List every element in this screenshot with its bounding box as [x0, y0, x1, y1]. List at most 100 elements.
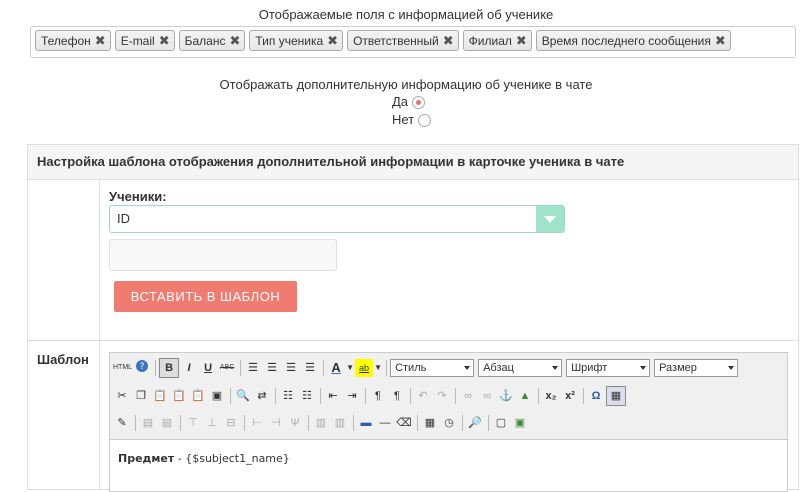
- split-cells-icon[interactable]: ▥: [312, 414, 330, 432]
- remove-icon[interactable]: ✖: [715, 33, 726, 48]
- option-no[interactable]: Нет: [392, 112, 432, 128]
- separator: [488, 415, 489, 431]
- template-icon[interactable]: ▢: [492, 414, 510, 432]
- replace-icon[interactable]: ⇄: [253, 387, 271, 405]
- chevron-down-icon[interactable]: ▼: [374, 359, 382, 377]
- link-icon[interactable]: ∞: [459, 387, 477, 405]
- text-color-icon[interactable]: A: [327, 359, 345, 377]
- style-dropdown[interactable]: Стиль: [390, 359, 475, 377]
- students-select[interactable]: ID: [109, 205, 565, 233]
- show-extra-info-title: Отображать дополнительную информацию об …: [219, 77, 593, 92]
- outdent-icon[interactable]: ⇤: [324, 387, 342, 405]
- underline-icon[interactable]: U: [199, 359, 217, 377]
- tag-last-message-time: Время последнего сообщения ✖: [535, 30, 731, 51]
- cut-icon[interactable]: ✂: [113, 387, 131, 405]
- copy-icon[interactable]: ❐: [132, 387, 150, 405]
- separator: [244, 415, 245, 431]
- numbered-list-icon[interactable]: ☷: [298, 387, 316, 405]
- editor-content[interactable]: Предмет - {$subject1_name}: [110, 439, 787, 491]
- col-after-icon[interactable]: ⊣: [267, 414, 285, 432]
- edit-icon[interactable]: ✎: [113, 414, 131, 432]
- font-dropdown[interactable]: Шрифт: [566, 359, 651, 377]
- displayed-fields-input[interactable]: Телефон ✖ E-mail ✖ Баланс ✖ Тип ученика ✖ Ответс…: [30, 26, 796, 58]
- tag-email: E-mail ✖: [114, 30, 175, 51]
- rich-text-editor[interactable]: HTML ? B I U ABC ☰ ☰ ☰ ☰ A ▼ ab ▼ Стиль …: [109, 352, 788, 492]
- select-all-icon[interactable]: ▣: [208, 387, 226, 405]
- undo-icon[interactable]: ↶: [414, 387, 432, 405]
- students-select-value: ID: [117, 211, 130, 226]
- table-props-icon[interactable]: ▤: [139, 414, 157, 432]
- column-divider: [99, 180, 100, 490]
- remove-icon[interactable]: ✖: [95, 33, 106, 48]
- panel-title: Настройка шаблона отображения дополнител…: [28, 145, 798, 180]
- insert-time-icon[interactable]: ◷: [440, 414, 458, 432]
- preview-icon[interactable]: 🔎: [466, 414, 484, 432]
- remove-format-icon[interactable]: ⌫: [395, 414, 413, 432]
- template-settings-panel: Настройка шаблона отображения дополнител…: [27, 144, 799, 492]
- remove-icon[interactable]: ✖: [516, 33, 527, 48]
- bold-icon[interactable]: B: [159, 358, 180, 378]
- horizontal-rule-icon[interactable]: ▬: [357, 414, 375, 432]
- rtl-icon[interactable]: ¶: [388, 387, 406, 405]
- tag-label: E-mail: [120, 34, 155, 48]
- chevron-down-icon[interactable]: [536, 206, 564, 232]
- separator: [135, 415, 136, 431]
- align-center-icon[interactable]: ☰: [263, 359, 281, 377]
- table-icon[interactable]: ▦: [606, 386, 626, 406]
- html-source-icon[interactable]: HTML: [113, 359, 132, 377]
- highlight-color-icon[interactable]: ab: [355, 359, 374, 377]
- ltr-icon[interactable]: ¶: [369, 387, 387, 405]
- special-char-icon[interactable]: Ω: [587, 387, 605, 405]
- image-icon[interactable]: ▲: [516, 387, 534, 405]
- chevron-down-icon[interactable]: ▼: [346, 359, 354, 377]
- insert-date-icon[interactable]: ▦: [421, 414, 439, 432]
- subscript-icon[interactable]: x₂: [542, 387, 560, 405]
- paste-icon[interactable]: 📋: [151, 387, 169, 405]
- cell-props-icon[interactable]: ▤: [158, 414, 176, 432]
- separator: [180, 415, 181, 431]
- remove-icon[interactable]: ✖: [159, 33, 170, 48]
- delete-col-icon[interactable]: Ψ: [286, 414, 304, 432]
- toolbar-row-3: ✎ ▤ ▤ ⊤ ⊥ ⊟ ⊢ ⊣ Ψ ▥ ▥ ▬ — ⌫ ▦ ◷ 🔎 ▢ ▣: [113, 413, 530, 433]
- remove-icon[interactable]: ✖: [229, 33, 240, 48]
- italic-icon[interactable]: I: [180, 359, 198, 377]
- insert-template-icon[interactable]: ▣: [511, 414, 529, 432]
- unlink-icon[interactable]: ∞: [478, 387, 496, 405]
- tag-balance: Баланс ✖: [178, 30, 246, 51]
- separator: [323, 360, 325, 376]
- separator: [275, 388, 276, 404]
- tag-label: Тип ученика: [255, 34, 324, 48]
- delete-row-icon[interactable]: ⊟: [222, 414, 240, 432]
- col-before-icon[interactable]: ⊢: [248, 414, 266, 432]
- anchor-icon[interactable]: ⚓: [497, 387, 515, 405]
- toolbar-row-1: HTML ? B I U ABC ☰ ☰ ☰ ☰ A ▼ ab ▼ Стиль …: [113, 358, 742, 378]
- variable-field[interactable]: [109, 239, 337, 271]
- separator: [230, 388, 231, 404]
- template-label: Шаблон: [37, 352, 89, 367]
- option-yes[interactable]: Да: [392, 94, 426, 110]
- paragraph-dropdown[interactable]: Абзац: [478, 359, 563, 377]
- separator: [365, 388, 366, 404]
- paste-text-icon[interactable]: 📋: [170, 387, 188, 405]
- help-icon[interactable]: ?: [133, 359, 151, 377]
- indent-icon[interactable]: ⇥: [343, 387, 361, 405]
- size-dropdown[interactable]: Размер: [654, 359, 739, 377]
- strikethrough-icon[interactable]: ABC: [218, 359, 236, 377]
- bullet-list-icon[interactable]: ☷: [279, 387, 297, 405]
- align-left-icon[interactable]: ☰: [244, 359, 262, 377]
- superscript-icon[interactable]: x²: [561, 387, 579, 405]
- line-icon[interactable]: —: [376, 414, 394, 432]
- row-after-icon[interactable]: ⊥: [203, 414, 221, 432]
- align-justify-icon[interactable]: ☰: [301, 359, 319, 377]
- align-right-icon[interactable]: ☰: [282, 359, 300, 377]
- radio-yes[interactable]: [412, 96, 426, 110]
- remove-icon[interactable]: ✖: [327, 33, 338, 48]
- remove-icon[interactable]: ✖: [443, 33, 454, 48]
- find-icon[interactable]: 🔍: [234, 387, 252, 405]
- redo-icon[interactable]: ↷: [433, 387, 451, 405]
- row-before-icon[interactable]: ⊤: [184, 414, 202, 432]
- insert-into-template-button[interactable]: ВСТАВИТЬ В ШАБЛОН: [114, 281, 297, 312]
- paste-word-icon[interactable]: 📋: [189, 387, 207, 405]
- radio-no[interactable]: [418, 114, 432, 128]
- merge-cells-icon[interactable]: ▥: [331, 414, 349, 432]
